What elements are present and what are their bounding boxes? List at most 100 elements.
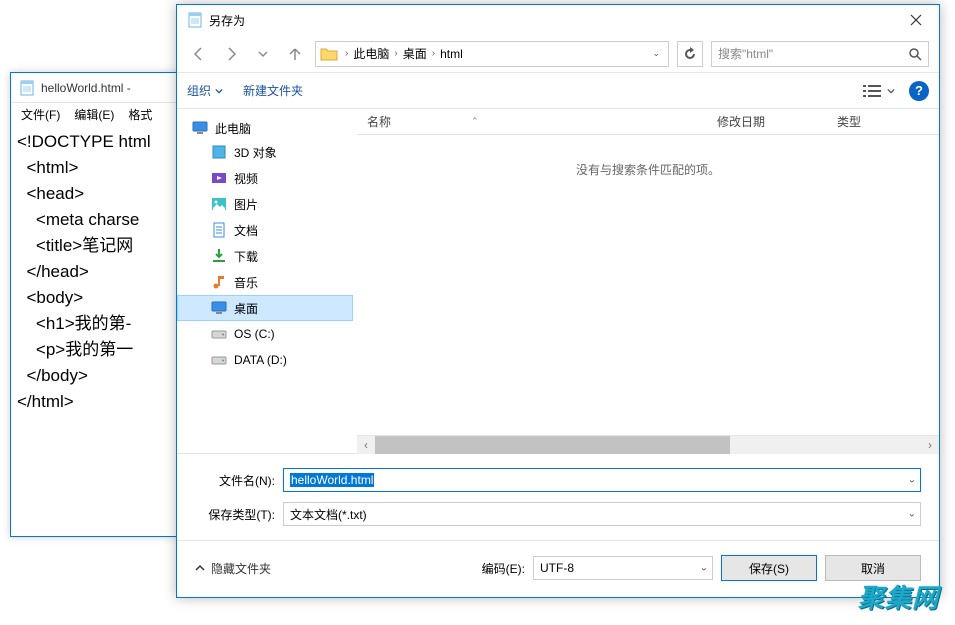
filename-value: helloWorld.html <box>290 473 374 487</box>
chevron-down-icon[interactable]: ⌄ <box>700 563 708 574</box>
column-date-label: 修改日期 <box>717 115 765 129</box>
tree-item-cube[interactable]: 3D 对象 <box>177 139 353 165</box>
up-button[interactable] <box>283 42 307 66</box>
close-button[interactable] <box>893 5 939 35</box>
dialog-toolbar: 组织 新建文件夹 ? <box>177 73 939 109</box>
search-input[interactable]: 搜索"html" <box>711 41 929 67</box>
tree-item-label: OS (C:) <box>234 327 275 341</box>
filename-label: 文件名(N): <box>195 472 275 489</box>
sort-indicator-icon: ⌃ <box>471 116 479 127</box>
scroll-track[interactable] <box>375 436 921 454</box>
video-icon <box>210 169 228 187</box>
dialog-title: 另存为 <box>209 12 245 29</box>
chevron-down-icon[interactable]: ⌄ <box>908 509 916 520</box>
cube-icon <box>210 143 228 161</box>
view-icon <box>863 84 883 98</box>
drive-icon <box>210 351 228 369</box>
encoding-select[interactable]: UTF-8 ⌄ <box>533 556 713 580</box>
desktop-icon <box>210 299 228 317</box>
menu-edit[interactable]: 编辑(E) <box>68 104 120 125</box>
encoding-value: UTF-8 <box>540 561 574 575</box>
arrow-right-icon <box>223 46 239 62</box>
organize-label: 组织 <box>187 82 211 99</box>
tree-item-label: 文档 <box>234 222 258 239</box>
tree-item-label: DATA (D:) <box>234 353 287 367</box>
menu-format[interactable]: 格式 <box>122 104 158 125</box>
tree-item-music[interactable]: 音乐 <box>177 269 353 295</box>
crumb-sep: › <box>392 48 399 59</box>
tree-item-doc[interactable]: 文档 <box>177 217 353 243</box>
arrow-up-icon <box>287 46 303 62</box>
save-as-dialog: 另存为 › 此电脑 › 桌面 › <box>176 4 940 598</box>
crumb-desktop[interactable]: 桌面 <box>403 45 427 62</box>
notepad-title-text: helloWorld.html - <box>41 81 131 95</box>
help-button[interactable]: ? <box>909 81 929 101</box>
column-date[interactable]: 修改日期 <box>707 109 827 134</box>
column-type-label: 类型 <box>837 115 861 129</box>
file-list-empty: 没有与搜索条件匹配的项。 <box>357 135 939 435</box>
tree-item-label: 下载 <box>234 248 258 265</box>
tree-item-label: 3D 对象 <box>234 144 277 161</box>
chevron-down-icon[interactable]: ⌄ <box>908 475 916 486</box>
dialog-nav: › 此电脑 › 桌面 › html ⌄ 搜索"html" <box>177 35 939 73</box>
tree-root-this-pc[interactable]: 此电脑 <box>177 117 353 139</box>
tree-item-download[interactable]: 下载 <box>177 243 353 269</box>
column-type[interactable]: 类型 <box>827 109 939 134</box>
folder-icon <box>320 45 338 63</box>
back-button[interactable] <box>187 42 211 66</box>
dialog-titlebar: 另存为 <box>177 5 939 35</box>
view-mode-button[interactable] <box>863 84 895 98</box>
music-icon <box>210 273 228 291</box>
crumb-sep: › <box>343 48 350 59</box>
horizontal-scrollbar[interactable]: ‹ › <box>357 435 939 453</box>
refresh-icon <box>683 47 697 61</box>
column-name-label: 名称 <box>367 113 391 130</box>
column-name[interactable]: 名称 ⌃ <box>357 109 707 134</box>
arrow-left-icon <box>191 46 207 62</box>
crumb-sep: › <box>430 48 437 59</box>
hide-folders-label: 隐藏文件夹 <box>211 560 271 577</box>
dialog-bottom-bar: 隐藏文件夹 编码(E): UTF-8 ⌄ 保存(S) 取消 <box>177 541 939 597</box>
notepad-icon <box>19 80 35 96</box>
picture-icon <box>210 195 228 213</box>
organize-button[interactable]: 组织 <box>187 82 223 99</box>
dialog-fields: 文件名(N): helloWorld.html ⌄ 保存类型(T): 文本文档(… <box>177 454 939 530</box>
encoding-label: 编码(E): <box>482 560 525 577</box>
hide-folders-toggle[interactable]: 隐藏文件夹 <box>195 560 271 577</box>
refresh-button[interactable] <box>677 41 703 67</box>
tree-item-drive[interactable]: DATA (D:) <box>177 347 353 373</box>
tree-item-desktop[interactable]: 桌面 <box>177 295 353 321</box>
chevron-down-icon <box>258 49 268 59</box>
save-button[interactable]: 保存(S) <box>721 555 817 581</box>
scroll-left-button[interactable]: ‹ <box>357 436 375 454</box>
chevron-up-icon <box>195 563 205 573</box>
save-label: 保存(S) <box>749 560 789 577</box>
tree-item-video[interactable]: 视频 <box>177 165 353 191</box>
search-icon <box>908 47 922 61</box>
crumb-this-pc[interactable]: 此电脑 <box>353 45 389 62</box>
cancel-button[interactable]: 取消 <box>825 555 921 581</box>
scroll-thumb[interactable] <box>375 436 730 454</box>
file-list-pane: 名称 ⌃ 修改日期 类型 没有与搜索条件匹配的项。 ‹ › <box>357 109 939 453</box>
nav-tree[interactable]: 此电脑 3D 对象视频图片文档下载音乐桌面 OS (C:) DATA (D:) <box>177 109 353 453</box>
tree-item-picture[interactable]: 图片 <box>177 191 353 217</box>
tree-item-label: 图片 <box>234 196 258 213</box>
doc-icon <box>210 221 228 239</box>
search-placeholder: 搜索"html" <box>718 45 773 62</box>
filename-input[interactable]: helloWorld.html ⌄ <box>283 468 921 492</box>
tree-root-label: 此电脑 <box>215 120 251 137</box>
scroll-right-button[interactable]: › <box>921 436 939 454</box>
forward-button[interactable] <box>219 42 243 66</box>
breadcrumb-bar[interactable]: › 此电脑 › 桌面 › html ⌄ <box>315 41 669 67</box>
menu-file[interactable]: 文件(F) <box>15 104 66 125</box>
drive-icon <box>210 325 228 343</box>
recent-dropdown[interactable] <box>251 42 275 66</box>
chevron-down-icon <box>887 87 895 95</box>
tree-item-drive[interactable]: OS (C:) <box>177 321 353 347</box>
crumb-html[interactable]: html <box>440 47 463 61</box>
new-folder-button[interactable]: 新建文件夹 <box>243 82 303 99</box>
notepad-icon <box>187 12 203 28</box>
tree-item-label: 桌面 <box>234 300 258 317</box>
filetype-select[interactable]: 文本文档(*.txt) ⌄ <box>283 502 921 526</box>
crumb-dropdown[interactable]: ⌄ <box>648 48 664 59</box>
